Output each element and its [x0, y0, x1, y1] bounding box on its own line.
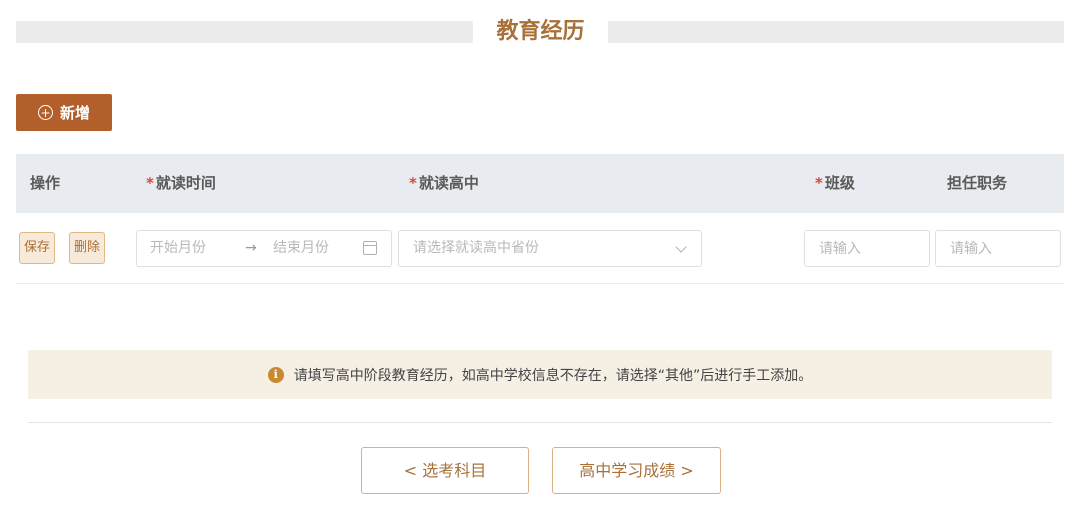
arrow-right-icon: →	[245, 240, 257, 256]
required-mark: *	[815, 174, 823, 192]
column-header-position: 担任职务	[947, 174, 1008, 192]
position-input[interactable]	[935, 230, 1061, 267]
prev-step-button[interactable]: < 选考科目	[361, 447, 529, 494]
delete-button[interactable]: 删除	[69, 232, 106, 264]
notice-banner: i 请填写高中阶段教育经历，如高中学校信息不存在，请选择“其他”后进行手工添加。	[28, 350, 1052, 399]
column-header-study-time: * 就读时间	[146, 174, 216, 192]
high-school-select-placeholder: 请选择就读高中省份	[413, 240, 539, 256]
required-mark: *	[146, 174, 154, 192]
add-button-label: 新增	[59, 104, 90, 122]
column-header-actions: 操作	[30, 174, 61, 192]
column-header-high-school: * 就读高中	[409, 174, 479, 192]
section-title: 教育经历	[496, 19, 585, 44]
high-school-select[interactable]: 请选择就读高中省份	[398, 230, 702, 267]
title-bar-right	[608, 21, 1064, 43]
add-button[interactable]: + 新增	[16, 94, 112, 131]
row-divider	[16, 283, 1064, 284]
notice-text: 请填写高中阶段教育经历，如高中学校信息不存在，请选择“其他”后进行手工添加。	[293, 367, 813, 384]
calendar-icon	[363, 241, 377, 255]
info-icon: i	[267, 366, 284, 383]
study-time-range-picker[interactable]: 开始月份 → 结束月份	[136, 230, 392, 267]
save-button[interactable]: 保存	[19, 232, 56, 264]
chevron-down-icon	[675, 241, 687, 253]
footer-divider	[28, 422, 1052, 423]
table-header: 操作 * 就读时间 * 就读高中 * 班级 担任职务	[16, 154, 1064, 213]
required-mark: *	[409, 174, 417, 192]
title-bar-left	[16, 21, 473, 43]
education-page: 教育经历 + 新增 操作 * 就读时间 * 就读高中 * 班级 担任职务 保存 删除 …	[0, 0, 1080, 515]
column-header-class: * 班级	[815, 174, 855, 192]
date-start-input[interactable]: 开始月份	[150, 231, 206, 266]
class-input[interactable]	[804, 230, 930, 267]
date-end-input[interactable]: 结束月份	[273, 231, 329, 266]
plus-circle-icon: +	[37, 105, 53, 120]
next-step-button[interactable]: 高中学习成绩 >	[552, 447, 721, 494]
